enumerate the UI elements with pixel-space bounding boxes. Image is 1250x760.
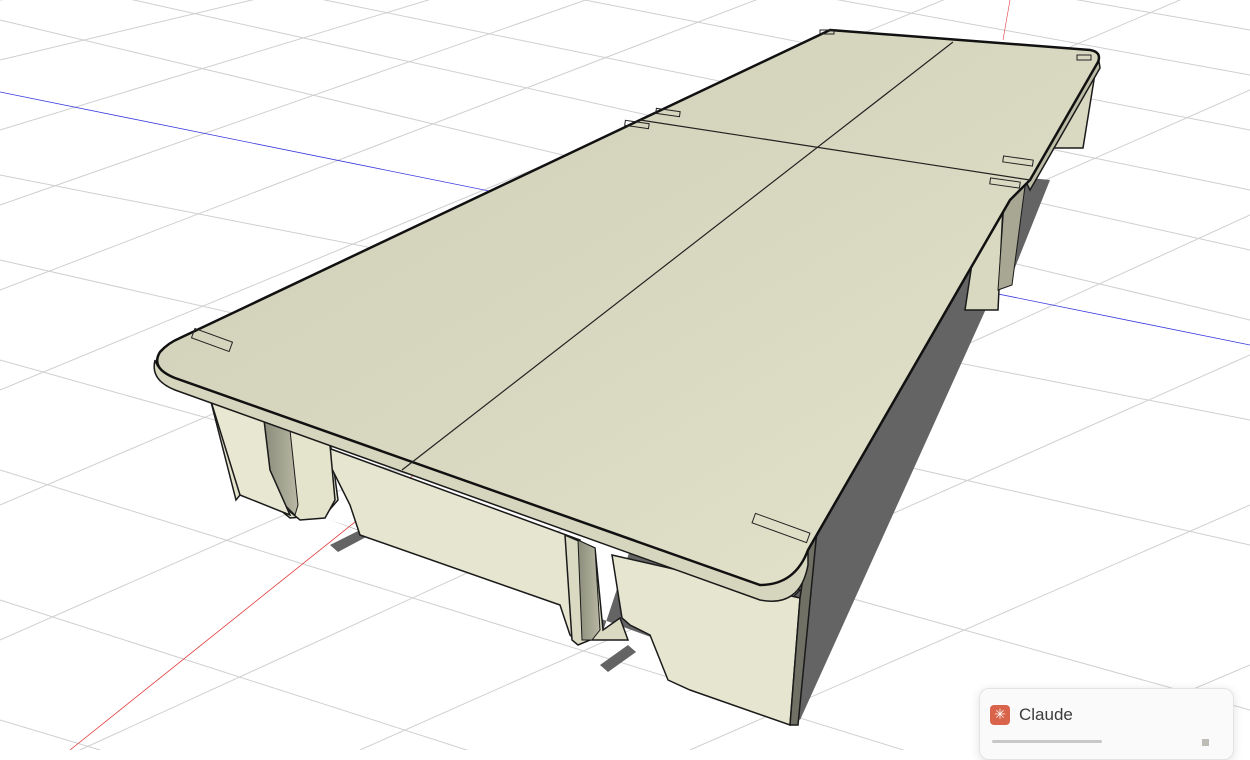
panel-toggle-icon[interactable] xyxy=(1202,739,1209,746)
shadow-strip-2 xyxy=(600,645,636,672)
green-axis xyxy=(1002,0,1011,41)
scene-canvas[interactable] xyxy=(0,0,1250,750)
claude-header: ✳ Claude xyxy=(990,705,1073,725)
middle-leg-shade xyxy=(577,539,601,641)
claude-status-line xyxy=(992,740,1102,743)
claude-logo-icon: ✳ xyxy=(990,705,1010,725)
claude-assistant-panel[interactable]: ✳ Claude xyxy=(979,688,1234,760)
claude-title: Claude xyxy=(1019,705,1073,724)
3d-viewport[interactable] xyxy=(0,0,1250,750)
